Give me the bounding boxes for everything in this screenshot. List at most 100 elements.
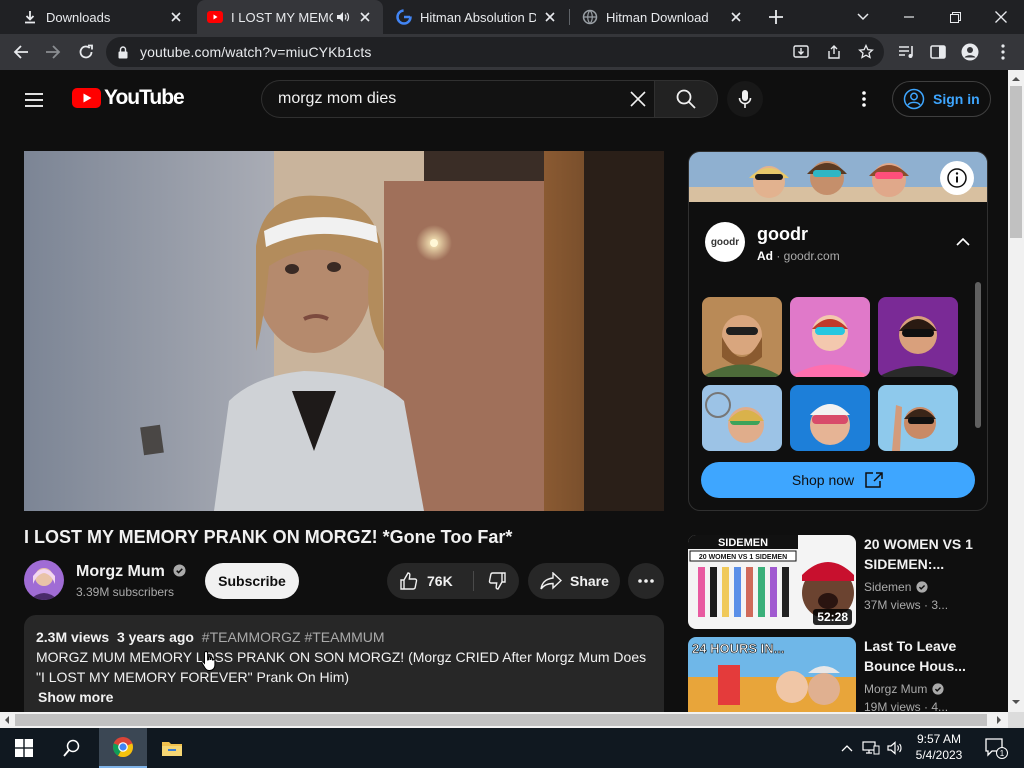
- taskbar-search-button[interactable]: [48, 728, 96, 768]
- media-controls-button[interactable]: [892, 37, 922, 67]
- profile-button[interactable]: [955, 37, 985, 67]
- tab-hitman-download[interactable]: Hitman Download: [572, 0, 754, 34]
- search-box[interactable]: [261, 80, 655, 118]
- tab-youtube-video[interactable]: I LOST MY MEMOR: [197, 0, 383, 34]
- subscribe-button[interactable]: Subscribe: [205, 563, 299, 599]
- install-icon: [793, 45, 809, 58]
- thumbs-down-icon: [488, 572, 506, 590]
- tab-title: I LOST MY MEMOR: [231, 9, 333, 25]
- reload-button[interactable]: [71, 37, 101, 67]
- advertiser-logo[interactable]: goodr: [705, 222, 745, 262]
- restore-button[interactable]: [932, 0, 978, 34]
- folder-icon: [162, 742, 182, 756]
- volume-tray-icon[interactable]: [884, 728, 906, 768]
- ad-product-tile[interactable]: [790, 297, 870, 377]
- search-input[interactable]: [278, 90, 618, 108]
- description-meta: 2.3M views 3 years ago #TEAMMORGZ #TEAMM…: [36, 627, 652, 647]
- youtube-logo[interactable]: [72, 88, 101, 108]
- forward-button[interactable]: [38, 37, 68, 67]
- scroll-left-button[interactable]: [2, 714, 12, 726]
- tab-search-button[interactable]: [840, 0, 886, 34]
- share-page-button[interactable]: [823, 41, 845, 63]
- speaker-icon: [887, 741, 902, 755]
- advertiser-name[interactable]: goodr: [757, 224, 808, 245]
- collapse-ad-button[interactable]: [953, 232, 973, 252]
- show-more-button[interactable]: Show more: [38, 687, 652, 707]
- sign-in-button[interactable]: Sign in: [892, 81, 991, 117]
- side-panel-button[interactable]: [923, 37, 953, 67]
- voice-search-button[interactable]: [727, 81, 763, 117]
- avatar-image: [24, 560, 64, 600]
- youtube-wordmark[interactable]: YouTube: [104, 86, 185, 110]
- recommended-views: 37M views · 3...: [864, 598, 949, 612]
- search-button[interactable]: [654, 80, 718, 118]
- chrome-menu-button[interactable]: [988, 37, 1018, 67]
- install-app-button[interactable]: [790, 41, 812, 63]
- more-actions-button[interactable]: [628, 563, 664, 599]
- share-button[interactable]: Share: [528, 563, 620, 599]
- ad-product-tile[interactable]: [702, 297, 782, 377]
- verified-badge-icon: [932, 683, 944, 695]
- minimize-button[interactable]: [886, 0, 932, 34]
- close-tab-icon[interactable]: [542, 9, 558, 25]
- guide-menu-button[interactable]: [24, 88, 48, 112]
- back-button[interactable]: [6, 37, 36, 67]
- network-tray-icon[interactable]: [860, 728, 882, 768]
- ad-product-tile[interactable]: [702, 385, 782, 451]
- scroll-down-button[interactable]: [1008, 694, 1024, 710]
- ad-gallery-scrollbar[interactable]: [975, 282, 981, 428]
- clear-search-button[interactable]: [627, 88, 649, 110]
- clock-date: 5/4/2023: [915, 748, 963, 762]
- ad-product-tile[interactable]: [878, 385, 958, 451]
- start-button[interactable]: [0, 728, 48, 768]
- recommended-title[interactable]: Last To Leave Bounce Hous...: [864, 636, 1000, 676]
- ad-product-image: [878, 297, 958, 377]
- recommended-thumbnail[interactable]: 24 HOURS IN...: [688, 637, 856, 712]
- channel-name[interactable]: Morgz Mum: [76, 563, 186, 581]
- close-tab-icon[interactable]: [728, 9, 744, 25]
- tab-google-search[interactable]: Hitman Absolution Do: [386, 0, 568, 34]
- audio-playing-icon[interactable]: [335, 9, 351, 25]
- shop-now-button[interactable]: Shop now: [701, 462, 975, 498]
- ad-product-tile[interactable]: [878, 297, 958, 377]
- ad-product-image: [790, 297, 870, 377]
- settings-menu-button[interactable]: [856, 88, 872, 110]
- taskbar-clock[interactable]: 9:57 AM 5/4/2023: [906, 731, 972, 763]
- close-tab-icon[interactable]: [357, 9, 373, 25]
- taskbar-chrome[interactable]: [99, 728, 147, 768]
- recommended-thumbnail[interactable]: SIDEMEN 20 WOMEN VS 1 SIDEMEN 52:28: [688, 535, 856, 629]
- video-player[interactable]: [24, 151, 664, 511]
- like-button[interactable]: 76K: [387, 563, 473, 599]
- horizontal-scroll-thumb[interactable]: [15, 714, 987, 726]
- ad-panel[interactable]: goodr goodr Ad · goodr.com Shop now: [688, 151, 988, 511]
- recommended-channel[interactable]: Sidemen: [864, 580, 928, 594]
- video-description[interactable]: 2.3M views 3 years ago #TEAMMORGZ #TEAMM…: [24, 615, 664, 712]
- arrow-right-icon: [46, 45, 61, 59]
- show-hidden-icons-button[interactable]: [838, 728, 856, 768]
- dislike-button[interactable]: [474, 563, 519, 599]
- ad-meta: Ad · goodr.com: [757, 249, 840, 263]
- tab-title: Hitman Download: [606, 9, 709, 25]
- like-count: 76K: [427, 573, 453, 589]
- close-tab-icon[interactable]: [168, 9, 184, 25]
- recommended-channel[interactable]: Morgz Mum: [864, 682, 944, 696]
- taskbar-file-explorer[interactable]: [148, 728, 196, 768]
- notification-icon: 1: [985, 738, 1008, 759]
- info-icon: [947, 168, 967, 188]
- scroll-right-button[interactable]: [994, 714, 1004, 726]
- chrome-icon: [113, 737, 133, 758]
- address-bar[interactable]: youtube.com/watch?v=miuCYKb1cts: [106, 37, 884, 67]
- new-tab-button[interactable]: [764, 6, 788, 28]
- hashtags[interactable]: #TEAMMORGZ #TEAMMUM: [202, 629, 385, 645]
- channel-avatar[interactable]: [24, 560, 64, 600]
- verified-badge-icon: [916, 581, 928, 593]
- recommended-title[interactable]: 20 WOMEN VS 1 SIDEMEN:...: [864, 534, 1000, 574]
- channel-name-text: Morgz Mum: [76, 563, 165, 580]
- tab-downloads[interactable]: Downloads: [12, 0, 194, 34]
- close-window-button[interactable]: [978, 0, 1024, 34]
- action-center-button[interactable]: 1: [978, 728, 1014, 768]
- ad-product-tile[interactable]: [790, 385, 870, 451]
- vertical-scroll-thumb[interactable]: [1010, 86, 1022, 238]
- ad-info-button[interactable]: [940, 161, 974, 195]
- bookmark-button[interactable]: [855, 41, 877, 63]
